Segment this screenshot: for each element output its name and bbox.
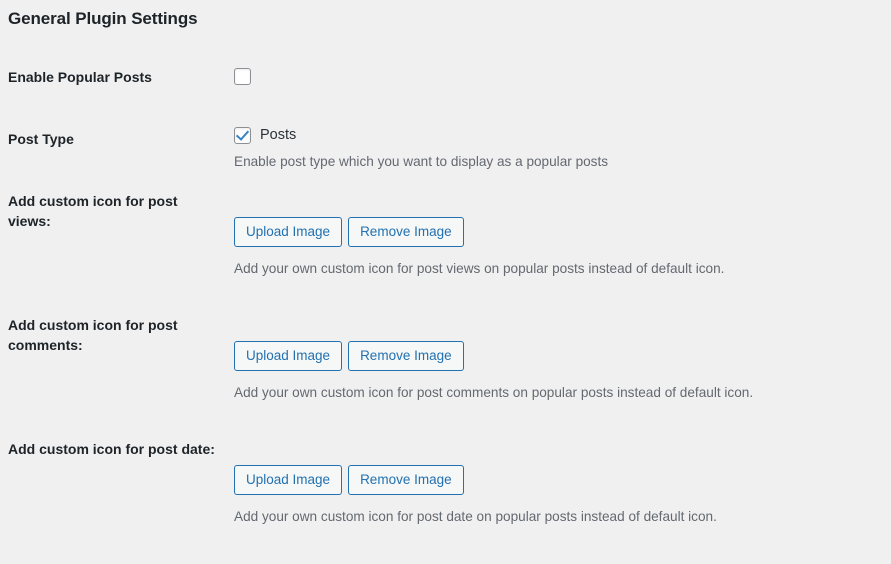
setting-row-icon-post-date: Add custom icon for post date: Upload Im… — [0, 440, 891, 564]
setting-label-icon-post-date: Add custom icon for post date: — [8, 441, 215, 457]
setting-row-icon-post-comments: Add custom icon for post comments: Uploa… — [0, 316, 891, 440]
icon-post-date-button-row: Upload Image Remove Image — [234, 465, 874, 495]
setting-label-enable-popular-posts: Enable Popular Posts — [8, 69, 152, 85]
icon-post-views-description: Add your own custom icon for post views … — [234, 261, 725, 276]
setting-field-icon-post-comments: Upload Image Remove Image Add your own c… — [234, 341, 874, 402]
upload-image-button-post-views[interactable]: Upload Image — [234, 217, 343, 247]
upload-image-button-post-comments[interactable]: Upload Image — [234, 341, 343, 371]
post-type-description: Enable post type which you want to displ… — [234, 154, 609, 169]
settings-page: General Plugin Settings Enable Popular P… — [0, 0, 891, 550]
setting-field-post-type: Posts Enable post type which you want to… — [234, 126, 874, 171]
remove-image-button-post-views[interactable]: Remove Image — [348, 217, 464, 247]
icon-post-comments-description: Add your own custom icon for post commen… — [234, 385, 754, 400]
page-title: General Plugin Settings — [8, 9, 198, 28]
setting-row-icon-post-views: Add custom icon for post views: Upload I… — [0, 192, 891, 316]
setting-label-icon-post-comments: Add custom icon for post comments: — [8, 317, 178, 353]
setting-field-icon-post-date: Upload Image Remove Image Add your own c… — [234, 465, 874, 526]
remove-image-button-post-date[interactable]: Remove Image — [348, 465, 464, 495]
setting-row-post-type: Post Type Posts Enable post type which y… — [0, 116, 891, 192]
icon-post-date-description: Add your own custom icon for post date o… — [234, 509, 717, 524]
icon-post-comments-button-row: Upload Image Remove Image — [234, 341, 874, 371]
settings-form-table: Enable Popular Posts Post Type Posts Ena… — [0, 56, 891, 564]
setting-row-enable-popular-posts: Enable Popular Posts — [0, 56, 891, 116]
enable-popular-posts-checkbox[interactable] — [234, 68, 251, 85]
setting-field-icon-post-views: Upload Image Remove Image Add your own c… — [234, 217, 874, 278]
setting-label-icon-post-views: Add custom icon for post views: — [8, 193, 178, 229]
enable-popular-posts-checkbox-wrap[interactable] — [234, 68, 874, 85]
upload-image-button-post-date[interactable]: Upload Image — [234, 465, 343, 495]
post-type-posts-label: Posts — [260, 127, 297, 143]
setting-label-post-type: Post Type — [8, 131, 74, 147]
post-type-checkbox-wrap[interactable]: Posts — [234, 126, 874, 145]
icon-post-views-button-row: Upload Image Remove Image — [234, 217, 874, 247]
setting-field-enable-popular-posts — [234, 68, 874, 85]
remove-image-button-post-comments[interactable]: Remove Image — [348, 341, 464, 371]
post-type-posts-checkbox[interactable] — [234, 127, 251, 144]
